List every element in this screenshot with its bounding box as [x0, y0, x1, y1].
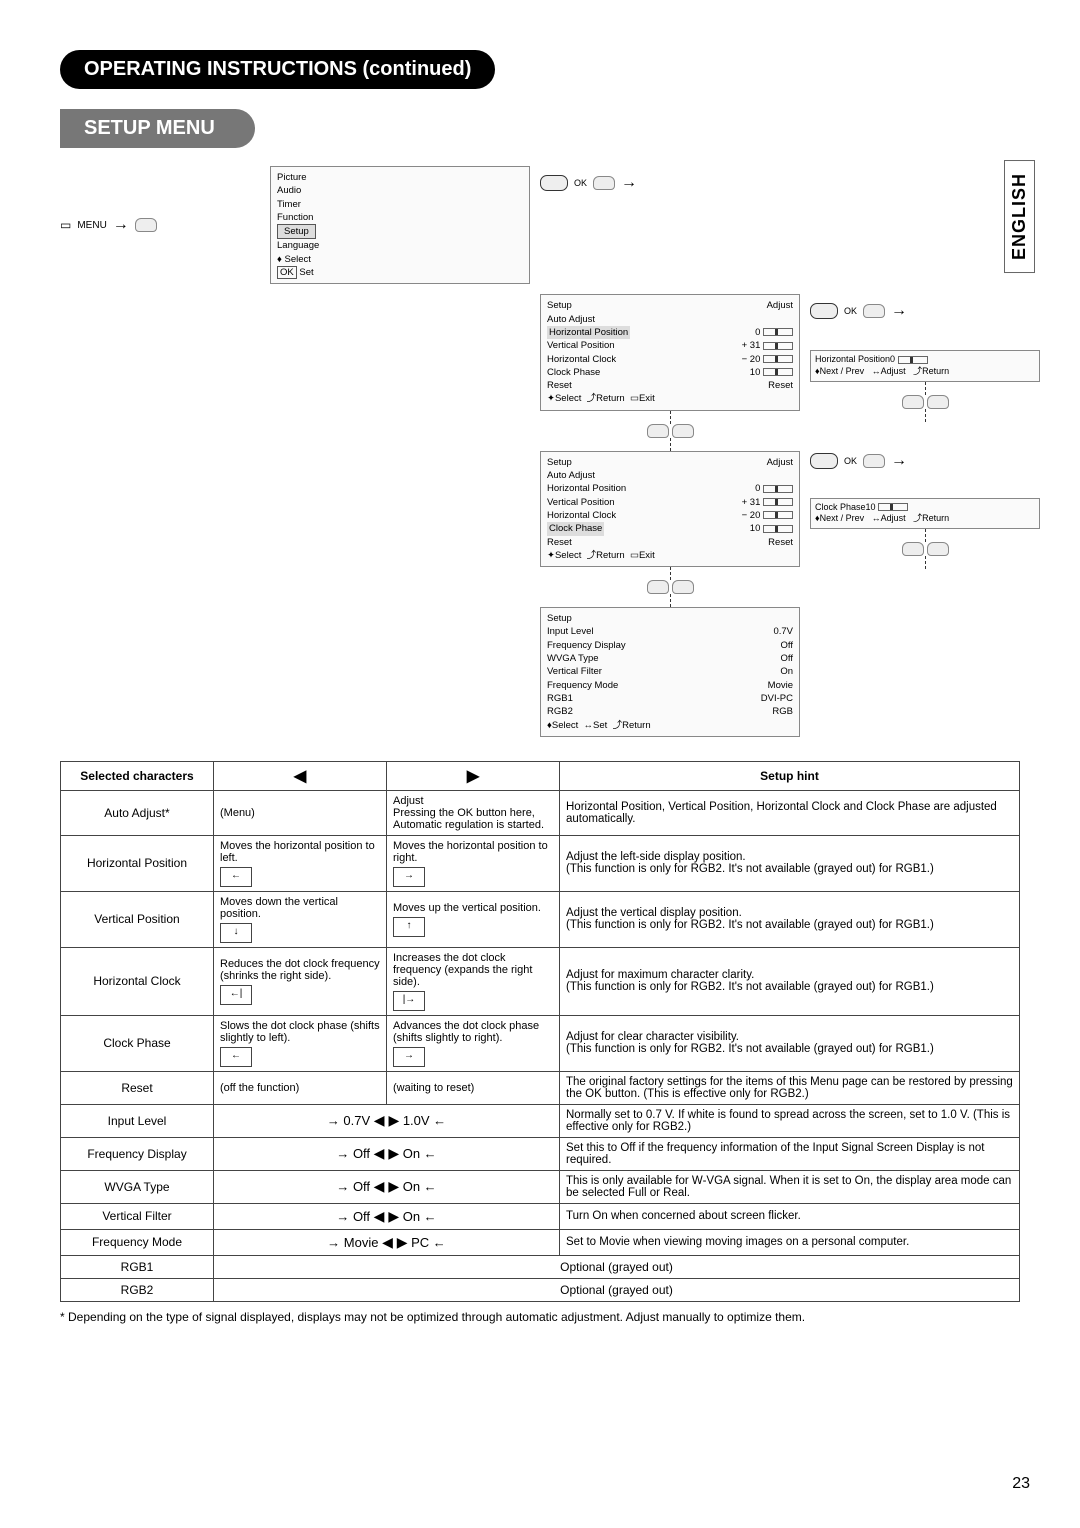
osd-adjust-horizontal: Horizontal Position0 ♦Next / Prev ↔Adjus…: [810, 350, 1040, 381]
osd-main-menu: Picture Audio Timer Function Setup Langu…: [270, 166, 530, 284]
language-tab: ENGLISH: [1004, 160, 1035, 273]
menu-button-icon: ▭: [60, 218, 71, 232]
arrow-icon: →: [113, 216, 129, 234]
th-hint: Setup hint: [560, 761, 1020, 790]
table-row: Frequency Display→ Off ◀ ▶ On ←Set this …: [61, 1137, 1020, 1170]
menu-flow-diagram: ▭ MENU → Picture Audio Timer Function Se…: [60, 166, 1020, 747]
ok-button-icon: [540, 175, 568, 191]
table-row: WVGA Type→ Off ◀ ▶ On ←This is only avai…: [61, 1170, 1020, 1203]
page-number: 23: [1012, 1475, 1030, 1493]
table-row: RGB1Optional (grayed out): [61, 1255, 1020, 1278]
table-row: Horizontal ClockReduces the dot clock fr…: [61, 947, 1020, 1015]
footnote: * Depending on the type of signal displa…: [60, 1310, 1020, 1324]
page-title: OPERATING INSTRUCTIONS (continued): [60, 50, 495, 89]
table-row: Auto Adjust*(Menu)AdjustPressing the OK …: [61, 790, 1020, 835]
th-right: ▶: [387, 761, 560, 790]
osd-adjust-clockphase: Clock Phase10 ♦Next / Prev ↔Adjust ⤴Retu…: [810, 498, 1040, 529]
table-row: RGB2Optional (grayed out): [61, 1278, 1020, 1301]
table-row: Clock PhaseSlows the dot clock phase (sh…: [61, 1015, 1020, 1071]
table-row: Vertical Filter→ Off ◀ ▶ On ←Turn On whe…: [61, 1203, 1020, 1229]
table-row: Frequency Mode→ Movie ◀ ▶ PC ←Set to Mov…: [61, 1229, 1020, 1255]
osd-setup-menu-2: SetupAdjust Auto Adjust Horizontal Posit…: [540, 451, 800, 567]
table-row: Input Level→ 0.7V ◀ ▶ 1.0V ←Normally set…: [61, 1104, 1020, 1137]
th-selected: Selected characters: [61, 761, 214, 790]
osd-setup-menu-3: Setup Input Level0.7V Frequency DisplayO…: [540, 607, 800, 737]
section-title: SETUP MENU: [60, 109, 255, 148]
th-left: ◀: [214, 761, 387, 790]
osd-setup-menu-1: SetupAdjust Auto Adjust Horizontal Posit…: [540, 294, 800, 410]
setup-reference-table: Selected characters ◀ ▶ Setup hint Auto …: [60, 761, 1020, 1302]
nav-up-icon: [135, 218, 157, 232]
table-row: Horizontal PositionMoves the horizontal …: [61, 835, 1020, 891]
menu-label: MENU: [77, 220, 106, 231]
table-row: Vertical PositionMoves down the vertical…: [61, 891, 1020, 947]
table-row: Reset(off the function)(waiting to reset…: [61, 1071, 1020, 1104]
